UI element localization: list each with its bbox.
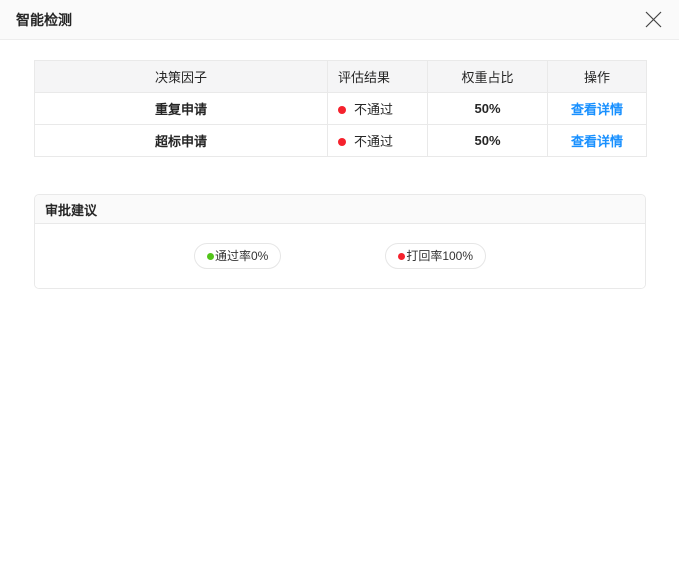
pass-dot-icon xyxy=(206,252,214,260)
approval-suggestion-card: 审批建议 通过率0% 打回率100% xyxy=(34,194,646,289)
column-header-factor: 决策因子 xyxy=(34,60,328,93)
fail-dot-icon xyxy=(338,137,346,146)
factor-cell: 超标申请 xyxy=(34,124,328,157)
result-cell: 不通过 xyxy=(327,92,428,125)
reject-rate-badge: 打回率100% xyxy=(385,243,487,269)
result-text: 不通过 xyxy=(354,102,394,117)
view-details-link[interactable]: 查看详情 xyxy=(571,134,623,149)
factor-cell: 重复申请 xyxy=(34,92,328,125)
column-header-result: 评估结果 xyxy=(327,60,428,93)
reject-rate-label: 打回率100% xyxy=(406,249,474,263)
table-row: 重复申请 不通过 50% 查看详情 xyxy=(34,92,647,125)
dialog-title: 智能检测 xyxy=(16,11,72,28)
detection-table: 决策因子 评估结果 权重占比 操作 重复申请 不通过 50% 查看详情 超标申请… xyxy=(34,60,647,157)
result-text: 不通过 xyxy=(354,134,394,149)
pass-rate-badge: 通过率0% xyxy=(193,243,282,269)
column-header-weight: 权重占比 xyxy=(427,60,548,93)
result-cell: 不通过 xyxy=(327,124,428,157)
approval-suggestion-title: 审批建议 xyxy=(45,202,98,218)
dialog-header: 智能检测 xyxy=(0,0,679,40)
view-details-link[interactable]: 查看详情 xyxy=(571,102,623,117)
approval-suggestion-body: 通过率0% 打回率100% xyxy=(35,224,645,288)
action-cell: 查看详情 xyxy=(547,124,647,157)
fail-dot-icon xyxy=(338,105,346,114)
weight-cell: 50% xyxy=(427,124,548,157)
table-row: 超标申请 不通过 50% 查看详情 xyxy=(34,124,647,157)
close-icon xyxy=(645,11,662,28)
pass-rate-label: 通过率0% xyxy=(214,249,269,263)
action-cell: 查看详情 xyxy=(547,92,647,125)
weight-cell: 50% xyxy=(427,92,548,125)
reject-dot-icon xyxy=(398,252,406,260)
close-button[interactable] xyxy=(641,8,665,32)
approval-suggestion-header: 审批建议 xyxy=(35,195,645,224)
table-header-row: 决策因子 评估结果 权重占比 操作 xyxy=(34,60,647,93)
column-header-action: 操作 xyxy=(547,60,647,93)
